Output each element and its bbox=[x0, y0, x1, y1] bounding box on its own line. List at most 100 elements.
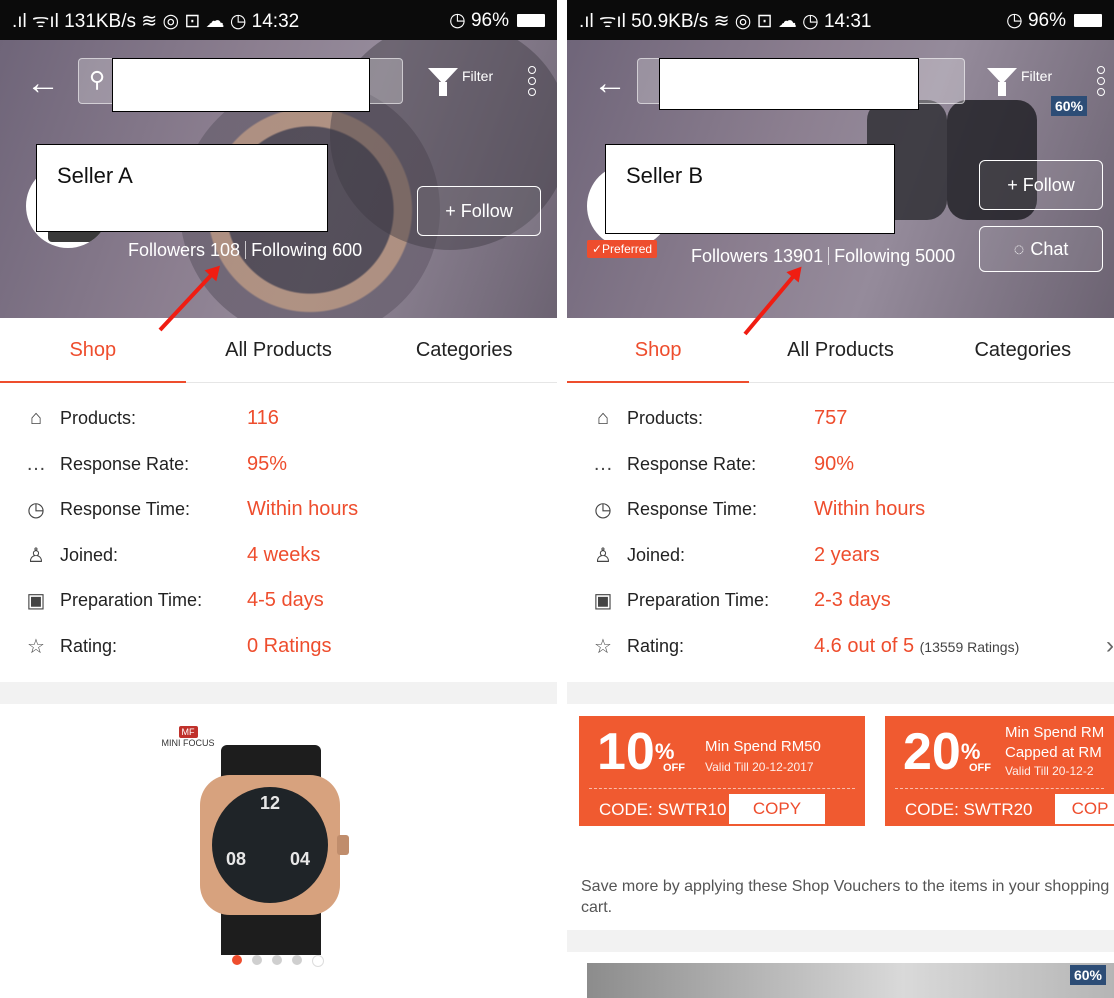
carousel-dot[interactable] bbox=[232, 955, 242, 965]
tab-all-products[interactable]: All Products bbox=[749, 318, 931, 382]
follow-label: + Follow bbox=[445, 200, 513, 221]
voucher-off-label: OFF bbox=[969, 762, 991, 774]
voucher-card: 20% OFF Min Spend RM Capped at RM Valid … bbox=[885, 716, 1114, 826]
info-label: Rating: bbox=[627, 635, 685, 656]
info-row-products: ⌂ Products: 116 bbox=[0, 396, 557, 442]
info-value: 95% bbox=[247, 452, 288, 475]
info-row-response-rate: … Response Rate: 95% bbox=[0, 442, 557, 488]
filter-icon bbox=[428, 68, 458, 96]
search-icon: ⚲ bbox=[89, 67, 106, 92]
clock-icon: ◷ bbox=[594, 499, 612, 522]
redaction-box bbox=[659, 58, 919, 110]
info-value: 0 Ratings bbox=[247, 634, 332, 657]
watch-crown bbox=[337, 835, 349, 855]
status-text: .ıl ᯤıl 50.9KB/s ≋ ◎ ⊡ ☁ ◷ 14:31 bbox=[579, 11, 872, 32]
chat-label: Chat bbox=[1030, 238, 1069, 259]
more-options-icon[interactable] bbox=[1097, 66, 1105, 96]
brand-badge: MF bbox=[178, 726, 198, 738]
info-value: Within hours bbox=[814, 498, 926, 521]
info-row-rating[interactable]: ☆ Rating: 4.6 out of 5 (13559 Ratings) › bbox=[567, 624, 1114, 670]
info-row-response-time: ◷ Response Time: Within hours bbox=[567, 487, 1114, 533]
seller-name-box: Seller B bbox=[605, 144, 895, 234]
rating-count: (13559 Ratings) bbox=[919, 638, 1020, 655]
info-value: 2-3 days bbox=[814, 589, 891, 612]
info-value: 4.6 out of 5 (13559 Ratings) bbox=[814, 635, 1019, 658]
followers-count[interactable]: Followers 13901 bbox=[691, 246, 823, 266]
separator bbox=[245, 241, 247, 259]
section-divider bbox=[567, 930, 1114, 952]
info-label: Products: bbox=[627, 408, 704, 429]
carousel-dot[interactable] bbox=[272, 955, 282, 965]
shop-header: ← ⚲ Filter Seller A + Follow Followers 1… bbox=[0, 40, 557, 318]
following-count[interactable]: Following 5000 bbox=[834, 246, 955, 266]
info-label: Joined: bbox=[627, 544, 686, 565]
info-value: 4-5 days bbox=[247, 589, 324, 612]
voucher-code: CODE: SWTR20 bbox=[905, 800, 1033, 819]
voucher-hint: Save more by applying these Shop Voucher… bbox=[581, 878, 1110, 916]
info-row-joined: ♙ Joined: 2 years bbox=[567, 533, 1114, 579]
more-options-icon[interactable] bbox=[528, 66, 536, 96]
carousel-dot[interactable] bbox=[312, 955, 324, 967]
info-row-joined: ♙ Joined: 4 weeks bbox=[0, 533, 557, 579]
following-count[interactable]: Following 600 bbox=[251, 240, 362, 260]
dial-number: 12 bbox=[260, 793, 281, 813]
follower-stats: Followers 13901 Following 5000 bbox=[691, 246, 955, 267]
info-label: Joined: bbox=[60, 544, 119, 565]
status-text: .ıl ᯤıl 131KB/s ≋ ◎ ⊡ ☁ ◷ 14:32 bbox=[12, 11, 300, 32]
voucher-card: 10% OFF Min Spend RM50 Valid Till 20-12-… bbox=[579, 716, 865, 826]
carousel-dots[interactable] bbox=[232, 955, 324, 967]
tab-shop[interactable]: Shop bbox=[0, 318, 186, 383]
copy-code-button[interactable]: COP bbox=[1055, 794, 1114, 824]
promo-banner[interactable]: 60% bbox=[587, 963, 1114, 998]
back-arrow-icon[interactable]: ← bbox=[593, 66, 627, 100]
dial-number: 08 bbox=[226, 849, 247, 869]
copy-code-button[interactable]: COPY bbox=[729, 794, 825, 824]
redaction-box bbox=[112, 58, 370, 112]
chevron-right-icon[interactable]: › bbox=[1106, 632, 1114, 660]
user-icon: ♙ bbox=[27, 544, 45, 567]
followers-count[interactable]: Followers 108 bbox=[128, 240, 240, 260]
carousel-dot[interactable] bbox=[252, 955, 262, 965]
info-label: Response Time: bbox=[627, 499, 758, 520]
chat-bubble-icon: … bbox=[593, 452, 613, 475]
tab-shop[interactable]: Shop bbox=[567, 318, 750, 383]
filter-button[interactable]: Filter bbox=[428, 68, 494, 96]
tab-categories[interactable]: Categories bbox=[932, 318, 1114, 382]
follow-button[interactable]: + Follow bbox=[979, 160, 1103, 210]
voucher-min-spend: Min Spend RM50 bbox=[705, 738, 821, 755]
separator bbox=[828, 247, 830, 265]
chat-button[interactable]: ◌ Chat bbox=[979, 226, 1103, 272]
screenshot-seller-a: .ıl ᯤıl 131KB/s ≋ ◎ ⊡ ☁ ◷ 14:32 ◷ 96% ← … bbox=[0, 0, 557, 998]
info-value: 90% bbox=[814, 452, 855, 475]
product-image[interactable]: 12 08 04 bbox=[165, 745, 385, 955]
info-row-rating[interactable]: ☆ Rating: 0 Ratings bbox=[0, 624, 557, 670]
rating-value: 4.6 out of 5 bbox=[814, 634, 915, 657]
voucher-percent-number: 10 bbox=[597, 723, 655, 781]
info-label: Response Time: bbox=[60, 499, 191, 520]
shop-header: 60% ← Filter Seller B ✓Preferred Followe… bbox=[567, 40, 1114, 318]
info-row-response-rate: … Response Rate: 90% bbox=[567, 442, 1114, 488]
back-arrow-icon[interactable]: ← bbox=[26, 66, 60, 100]
info-label: Preparation Time: bbox=[60, 590, 203, 611]
star-icon: ☆ bbox=[27, 635, 45, 658]
calendar-icon: ▣ bbox=[593, 590, 613, 613]
voucher-divider bbox=[895, 788, 1104, 789]
seller-name: Seller B bbox=[626, 163, 704, 188]
info-value: 757 bbox=[814, 407, 848, 430]
info-label: Response Rate: bbox=[60, 453, 190, 474]
filter-icon bbox=[987, 68, 1017, 96]
tab-all-products[interactable]: All Products bbox=[186, 318, 372, 382]
info-label: Products: bbox=[60, 408, 137, 429]
carousel-dot[interactable] bbox=[292, 955, 302, 965]
battery-text: ◷ 96% bbox=[1006, 9, 1066, 31]
shop-tabs: Shop All Products Categories bbox=[567, 318, 1114, 383]
filter-label: Filter bbox=[462, 68, 494, 84]
follow-button[interactable]: + Follow bbox=[417, 186, 541, 236]
filter-button[interactable]: Filter bbox=[987, 68, 1052, 96]
follower-stats: Followers 108 Following 600 bbox=[128, 240, 362, 261]
info-label: Response Rate: bbox=[627, 453, 757, 474]
tab-categories[interactable]: Categories bbox=[371, 318, 557, 382]
calendar-icon: ▣ bbox=[26, 590, 46, 613]
voucher-percent-number: 20 bbox=[903, 723, 961, 781]
preferred-badge: ✓Preferred bbox=[587, 240, 658, 258]
